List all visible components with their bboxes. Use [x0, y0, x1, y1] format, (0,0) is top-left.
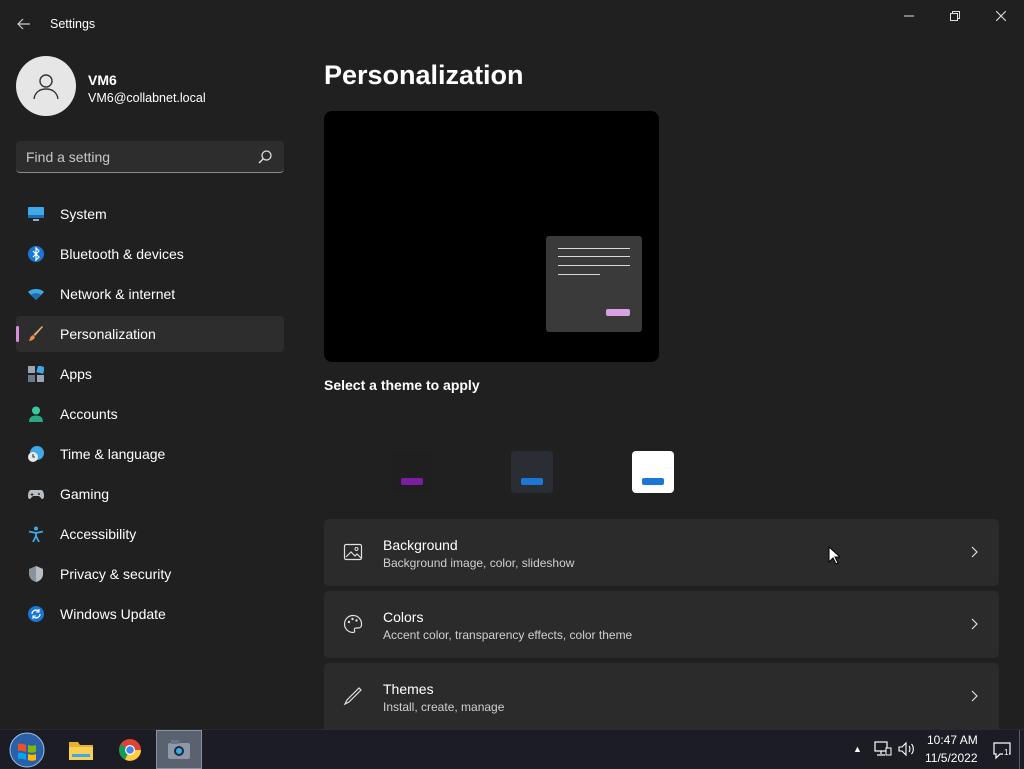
theme-option[interactable] [391, 451, 433, 493]
clock-date[interactable]: 11/5/2022 [925, 751, 978, 765]
sidebar-item-label: Windows Update [60, 606, 166, 622]
colors-card[interactable]: Colors Accent color, transparency effect… [324, 591, 999, 658]
shield-icon [29, 566, 43, 582]
minimize-icon [904, 15, 914, 17]
search-input[interactable] [16, 141, 252, 172]
sidebar-item-bluetooth[interactable]: Bluetooth & devices [16, 236, 284, 272]
sidebar-item-gaming[interactable]: Gaming [16, 476, 284, 512]
preview-accent-button [606, 309, 630, 316]
sidebar-item-label: Accounts [60, 406, 118, 422]
user-name: VM6 [88, 72, 117, 88]
settings-window: Settings VM6 VM6@collabnet.local System … [0, 0, 1024, 729]
close-button[interactable] [978, 0, 1024, 32]
preview-line [558, 256, 630, 257]
sidebar-item-label: Privacy & security [60, 566, 172, 582]
page-title: Personalization [324, 60, 524, 90]
card-subtitle: Install, create, manage [383, 700, 505, 714]
sidebar-item-label: Personalization [60, 326, 156, 342]
restore-icon [950, 11, 960, 21]
theme-option[interactable] [632, 451, 674, 493]
settings-app-button[interactable] [156, 730, 202, 769]
card-title: Themes [383, 681, 434, 697]
sidebar-item-label: Apps [60, 366, 92, 382]
chevron-right-icon [971, 546, 978, 558]
sidebar-item-system[interactable]: System [16, 196, 284, 232]
sidebar-item-label: Accessibility [60, 526, 137, 542]
wifi-icon [28, 289, 44, 300]
monitor-icon [28, 207, 44, 221]
theme-accent-bar [401, 478, 423, 485]
close-icon [996, 11, 1006, 21]
themes-card[interactable]: Themes Install, create, manage [324, 663, 999, 729]
image-icon [343, 543, 363, 561]
settings-app-icon [168, 739, 190, 759]
card-title: Colors [383, 609, 424, 625]
sidebar-item-label: Bluetooth & devices [60, 246, 184, 262]
show-desktop-button[interactable] [1019, 730, 1024, 769]
avatar[interactable] [16, 56, 76, 116]
chevron-right-icon [971, 618, 978, 630]
theme-option[interactable] [511, 451, 553, 493]
accessibility-icon [28, 526, 44, 542]
sidebar-item-label: Gaming [60, 486, 110, 502]
minimize-button[interactable] [886, 0, 932, 32]
preview-line [558, 265, 630, 266]
palette-icon [343, 614, 363, 634]
preview-line [558, 248, 630, 249]
notification-count: 1 [1003, 748, 1010, 757]
title-bar: Settings [0, 0, 1024, 48]
selection-indicator [16, 326, 19, 342]
brush-icon [29, 326, 43, 341]
person-icon [33, 74, 59, 100]
sidebar-item-accounts[interactable]: Accounts [16, 396, 284, 432]
preview-line [558, 274, 600, 275]
taskbar: ▲ 10:47 AM 11/5/2022 1 [0, 729, 1024, 769]
background-card[interactable]: Background Background image, color, slid… [324, 519, 999, 586]
chevron-right-icon [971, 690, 978, 702]
card-title: Background [383, 537, 458, 553]
file-explorer-button[interactable] [58, 730, 104, 769]
mouse-cursor-icon [828, 546, 840, 565]
sidebar-item-label: Time & language [60, 446, 166, 462]
sidebar-item-windows-update[interactable]: Windows Update [16, 596, 284, 632]
chrome-button[interactable] [107, 730, 153, 769]
apps-icon [28, 366, 44, 382]
volume-icon[interactable] [898, 741, 916, 757]
app-title: Settings [50, 17, 96, 31]
theme-preview [324, 111, 659, 362]
preview-window [546, 236, 642, 332]
bluetooth-icon [28, 246, 44, 262]
pen-icon [343, 687, 362, 706]
gamepad-icon [28, 490, 44, 500]
sidebar-item-apps[interactable]: Apps [16, 356, 284, 392]
sidebar-item-time-language[interactable]: Time & language [16, 436, 284, 472]
tray-overflow-icon[interactable]: ▲ [853, 744, 862, 754]
sidebar-item-label: Network & internet [60, 286, 176, 302]
theme-accent-bar [521, 478, 543, 485]
update-icon [28, 606, 44, 622]
sidebar-nav: System Bluetooth & devices Network & int… [16, 196, 284, 636]
user-email: VM6@collabnet.local [88, 91, 206, 105]
clock-time[interactable]: 10:47 AM [927, 733, 978, 747]
sidebar-item-personalization[interactable]: Personalization [16, 316, 284, 352]
theme-heading: Select a theme to apply [324, 377, 480, 393]
theme-accent-bar [642, 478, 664, 485]
start-orb-icon[interactable] [9, 732, 45, 768]
network-icon[interactable] [874, 741, 892, 757]
restore-button[interactable] [932, 0, 978, 32]
sidebar-item-label: System [60, 206, 107, 222]
sidebar-item-privacy-security[interactable]: Privacy & security [16, 556, 284, 592]
card-subtitle: Background image, color, slideshow [383, 556, 575, 570]
globe-clock-icon [28, 446, 44, 462]
person-icon [29, 406, 43, 422]
sidebar-item-accessibility[interactable]: Accessibility [16, 516, 284, 552]
chrome-icon [119, 738, 141, 761]
search-icon[interactable] [257, 149, 273, 165]
search-box [16, 141, 284, 173]
sidebar-item-network[interactable]: Network & internet [16, 276, 284, 312]
file-explorer-icon [69, 741, 93, 760]
card-subtitle: Accent color, transparency effects, colo… [383, 628, 633, 642]
back-button[interactable] [10, 12, 38, 36]
arrow-left-icon [17, 18, 30, 30]
